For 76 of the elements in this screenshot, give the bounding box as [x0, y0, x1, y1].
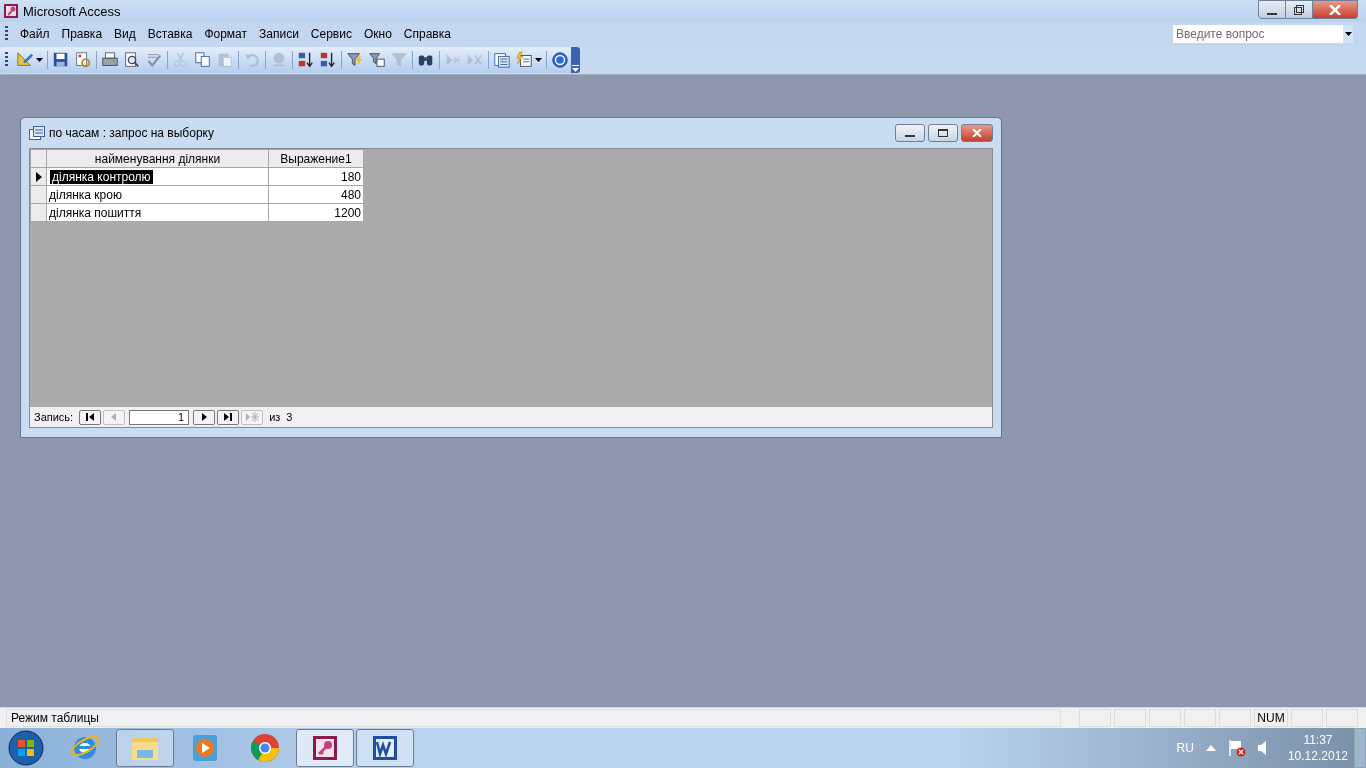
save-icon[interactable]	[52, 51, 70, 69]
table-cell: ділянка крою	[46, 185, 269, 204]
document-search-icon[interactable]	[74, 51, 92, 69]
menu-item[interactable]: Окно	[357, 25, 398, 43]
print-icon[interactable]	[101, 51, 119, 69]
minimize-button[interactable]	[1258, 0, 1286, 19]
question-field[interactable]: Введите вопрос	[1173, 27, 1343, 41]
menu-item[interactable]: Справка	[397, 25, 457, 43]
window-title: Microsoft Access	[23, 3, 122, 19]
datasheet-icon	[29, 126, 45, 140]
menu-item[interactable]: Правка	[55, 25, 109, 43]
minimize-icon	[1267, 12, 1277, 15]
new-record-icon	[245, 410, 260, 424]
column-header[interactable]: найменування ділянки	[46, 149, 269, 168]
close-button[interactable]	[1313, 0, 1358, 19]
maximize-icon	[938, 129, 948, 137]
copy-icon[interactable]	[194, 51, 212, 69]
filter-lightning-icon[interactable]	[346, 51, 364, 69]
menu-item[interactable]: Записи	[253, 25, 305, 43]
menu-item[interactable]: Формат	[198, 25, 254, 43]
select-all-cell[interactable]	[30, 149, 47, 168]
dropdown-arrow-icon[interactable]	[535, 57, 542, 63]
menu-item[interactable]: Вид	[108, 25, 142, 43]
minimize-icon	[905, 135, 915, 137]
next-record-button[interactable]	[193, 409, 216, 425]
print-preview-icon[interactable]	[123, 51, 141, 69]
maximize-button[interactable]	[928, 124, 958, 142]
table-cell: 480	[268, 185, 364, 204]
num-lock-indicator: NUM	[1254, 709, 1288, 727]
caret-icon	[1344, 32, 1352, 36]
spelling-check-icon[interactable]	[145, 51, 163, 69]
app-key-icon	[3, 3, 19, 19]
restore-button[interactable]	[1286, 0, 1313, 19]
question-dropdown-button[interactable]	[1343, 25, 1353, 43]
record-label: Запись:	[34, 411, 74, 423]
clock-date: 10.12.2012	[1287, 748, 1348, 764]
close-icon	[972, 129, 982, 137]
round-browser-icon	[249, 732, 281, 764]
new-object-icon[interactable]	[515, 51, 533, 69]
sort-ascending-icon[interactable]	[297, 51, 315, 69]
record-of-label: из	[269, 411, 281, 423]
filter-form-icon[interactable]	[368, 51, 386, 69]
column-header[interactable]: Выражение1	[268, 149, 364, 168]
question-box[interactable]: Введите вопрос	[1172, 24, 1354, 44]
design-view-icon[interactable]	[16, 51, 34, 69]
start-orb-icon[interactable]	[6, 729, 46, 767]
restore-icon	[1294, 4, 1304, 15]
menu-item[interactable]: Вставка	[141, 25, 199, 43]
taskbar-button[interactable]	[116, 729, 174, 767]
last-record-button[interactable]	[217, 409, 240, 425]
record-total: 3	[286, 411, 293, 423]
taskbar-button[interactable]	[296, 729, 354, 767]
table-cell: ділянка контролю	[46, 167, 269, 186]
first-record-button[interactable]	[79, 409, 102, 425]
minimize-button[interactable]	[895, 124, 925, 142]
toolbar-options-icon	[572, 65, 579, 73]
close-button[interactable]	[961, 124, 993, 142]
speaker-icon[interactable]	[1257, 741, 1268, 755]
clock-time: 11:37	[1303, 732, 1333, 748]
database-window-icon[interactable]	[493, 51, 511, 69]
status-text: Режим таблицы	[6, 709, 1061, 727]
dropdown-arrow-icon[interactable]	[36, 57, 43, 63]
menu-item[interactable]: Сервис	[304, 25, 358, 43]
help-icon[interactable]	[551, 51, 569, 69]
close-icon	[1329, 4, 1341, 15]
table-cell: 1200	[268, 203, 364, 222]
query-window-title: по часам : запрос на выборку	[49, 126, 215, 140]
taskbar-button[interactable]	[356, 729, 414, 767]
menu-item[interactable]: Файл	[14, 25, 56, 43]
table-cell: 180	[268, 167, 364, 186]
record-number-field[interactable]: 1	[129, 409, 190, 425]
sort-descending-icon[interactable]	[319, 51, 337, 69]
table-cell: ділянка пошиття	[46, 203, 269, 222]
flag-error-icon[interactable]	[1227, 739, 1246, 757]
toolbar-options-button[interactable]	[571, 47, 580, 73]
current-record-icon	[34, 171, 43, 182]
